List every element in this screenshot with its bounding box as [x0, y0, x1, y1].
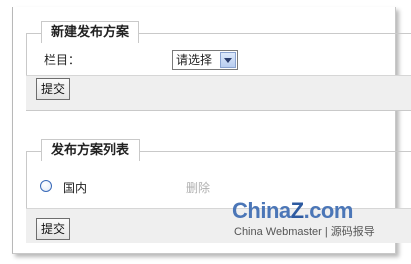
chevron-down-icon[interactable] [220, 52, 236, 68]
plan-list-submit-button[interactable]: 提交 [36, 218, 70, 240]
watermark-brand-prefix: China [232, 198, 291, 223]
new-plan-submit-button[interactable]: 提交 [36, 78, 70, 100]
watermark-logo: ChinaZ.com [232, 199, 353, 223]
category-select-value: 请选择 [176, 53, 213, 67]
plan-list-legend: 发布方案列表 [41, 139, 140, 161]
category-label: 栏目： [44, 53, 81, 67]
watermark-tagline: China Webmaster | 源码报导 [234, 226, 375, 238]
new-plan-action-bar [26, 75, 411, 110]
watermark-brand-z: Z [290, 198, 304, 223]
category-select[interactable]: 请选择 [172, 50, 238, 70]
new-plan-legend: 新建发布方案 [41, 21, 139, 43]
plan-item-delete-link[interactable]: 删除 [186, 179, 210, 196]
watermark-brand-suffix: .com [303, 198, 354, 223]
plan-radio-button[interactable] [40, 180, 52, 192]
plan-item-name[interactable]: 国内 [63, 179, 87, 196]
